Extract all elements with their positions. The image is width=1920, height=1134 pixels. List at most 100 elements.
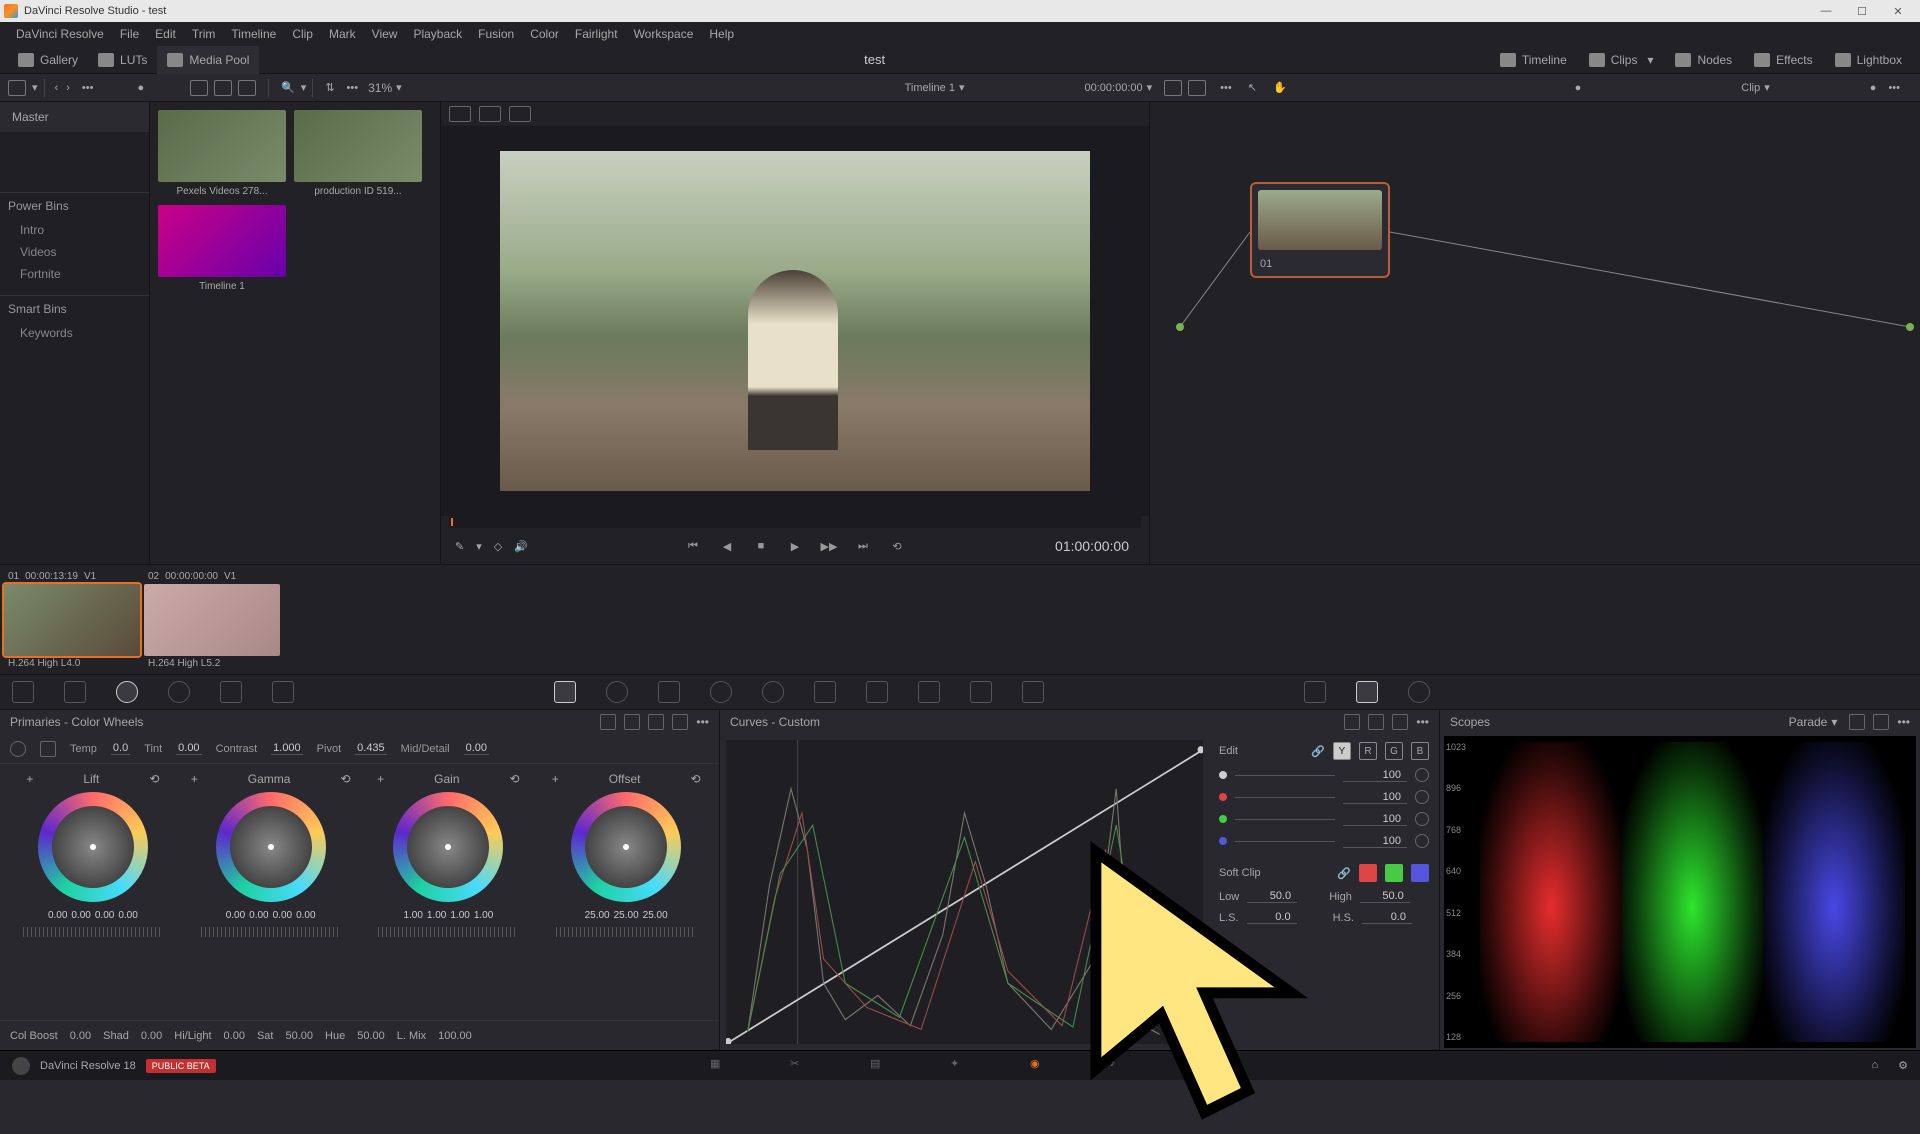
search-icon[interactable]: 🔍 [281, 81, 295, 94]
chevron-down-icon[interactable]: ▾ [1764, 81, 1770, 94]
project-settings-icon[interactable]: ⚙ [1898, 1059, 1908, 1072]
first-frame-button[interactable]: ⏮ [684, 537, 702, 555]
viewer-timecode[interactable]: 00:00:00:00 [1085, 82, 1143, 94]
y-intensity[interactable]: 100 [1343, 769, 1407, 782]
bin-fortnite[interactable]: Fortnite [0, 263, 149, 285]
hand-icon[interactable]: ✋ [1273, 81, 1287, 94]
menu-file[interactable]: File [112, 27, 147, 41]
settings-icon[interactable] [1873, 714, 1889, 730]
more-icon[interactable]: ••• [1416, 715, 1429, 729]
channel-y[interactable]: Y [1333, 742, 1351, 760]
prev-frame-button[interactable]: ◀ [718, 537, 736, 555]
chevron-down-icon[interactable]: ▾ [959, 81, 965, 94]
expand-icon[interactable] [1849, 714, 1865, 730]
expand-icon[interactable] [1368, 714, 1384, 730]
g-slider[interactable] [1235, 819, 1335, 820]
minimize-button[interactable]: — [1808, 0, 1844, 22]
bin-keywords[interactable]: Keywords [0, 322, 149, 344]
chevron-down-icon[interactable]: ▾ [1831, 715, 1837, 729]
temp-value[interactable]: 0.0 [111, 742, 130, 755]
reset-icon[interactable] [672, 714, 688, 730]
wheels-icon[interactable] [116, 681, 138, 703]
b-slider[interactable] [1235, 841, 1335, 842]
channel-b[interactable]: B [1411, 742, 1429, 760]
chevron-down-icon[interactable]: ▾ [32, 81, 38, 94]
last-frame-button[interactable]: ⏭ [854, 537, 872, 555]
split-icon[interactable] [479, 106, 501, 122]
more-icon[interactable]: ••• [347, 82, 359, 94]
lift-color-wheel[interactable] [38, 792, 148, 902]
media-thumb[interactable]: production ID 519... [294, 110, 422, 197]
link-icon[interactable]: 🔗 [1311, 745, 1325, 758]
pivot-value[interactable]: 0.435 [355, 742, 387, 755]
3d-icon[interactable] [1022, 681, 1044, 703]
b-intensity[interactable]: 100 [1343, 835, 1407, 848]
lift-master-slider[interactable] [23, 927, 163, 937]
bars-mode-icon[interactable] [624, 714, 640, 730]
softclip-r[interactable] [1359, 864, 1377, 882]
bin-videos[interactable]: Videos [0, 241, 149, 263]
gain-color-wheel[interactable] [393, 792, 503, 902]
timeline-button[interactable]: Timeline [1490, 46, 1577, 74]
pick-white-icon[interactable] [40, 741, 56, 757]
smart-bins-header[interactable]: Smart Bins [0, 295, 149, 322]
mediapool-button[interactable]: Media Pool [157, 46, 259, 74]
color-match-icon[interactable] [64, 681, 86, 703]
chevron-down-icon[interactable]: ▾ [396, 81, 402, 94]
media-thumb[interactable]: Pexels Videos 278... [158, 110, 286, 197]
high-value[interactable]: 50.0 [1360, 890, 1410, 903]
wand-icon[interactable] [509, 106, 531, 122]
reset-icon[interactable]: ⟲ [691, 772, 701, 786]
warper-icon[interactable] [606, 681, 628, 703]
low-value[interactable]: 50.0 [1247, 890, 1297, 903]
clip-label[interactable]: Clip [1741, 82, 1760, 94]
hs-value[interactable]: 0.0 [1362, 911, 1412, 924]
menu-fairlight[interactable]: Fairlight [567, 27, 626, 41]
timeline-name[interactable]: Timeline 1 [905, 82, 955, 94]
offset-color-wheel[interactable] [571, 792, 681, 902]
effects-button[interactable]: Effects [1744, 46, 1822, 74]
expand-icon[interactable] [1188, 80, 1206, 96]
mid-value[interactable]: 0.00 [464, 742, 489, 755]
reset-icon[interactable]: ⟲ [340, 772, 350, 786]
curve-canvas[interactable] [726, 740, 1203, 1044]
play-button[interactable]: ▶ [786, 537, 804, 555]
menu-clip[interactable]: Clip [284, 27, 321, 41]
qualifier-icon[interactable] [658, 681, 680, 703]
gain-master-slider[interactable] [378, 927, 518, 937]
tint-value[interactable]: 0.00 [176, 742, 201, 755]
chevron-down-icon[interactable]: ▾ [1147, 81, 1153, 94]
grab-still-icon[interactable]: ✎ [455, 540, 464, 553]
home-icon[interactable] [12, 1057, 30, 1075]
menu-help[interactable]: Help [701, 27, 742, 41]
camera-raw-icon[interactable] [12, 681, 34, 703]
more-icon[interactable]: ••• [696, 715, 709, 729]
keyframe-icon[interactable] [1304, 681, 1326, 703]
nodes-button[interactable]: Nodes [1665, 46, 1742, 74]
loop-button[interactable]: ⟲ [888, 537, 906, 555]
more-icon[interactable]: ••• [1888, 82, 1900, 94]
gamma-color-wheel[interactable] [216, 792, 326, 902]
menu-timeline[interactable]: Timeline [223, 27, 284, 41]
media-thumb[interactable]: Timeline 1 [158, 205, 286, 292]
edit-page-icon[interactable]: ▤ [870, 1057, 890, 1075]
gamma-master-slider[interactable] [201, 927, 341, 937]
color-page-icon[interactable]: ◉ [1030, 1057, 1050, 1075]
sort-icon[interactable]: ⇅ [325, 81, 334, 94]
grid-view-icon[interactable] [214, 80, 232, 96]
menu-workspace[interactable]: Workspace [626, 27, 702, 41]
menu-fusion[interactable]: Fusion [470, 27, 522, 41]
luts-button[interactable]: LUTs [88, 46, 157, 74]
pick-icon[interactable]: + [377, 772, 384, 786]
softclip-g[interactable] [1385, 864, 1403, 882]
fairlight-page-icon[interactable]: ♪ [1110, 1057, 1130, 1075]
mute-icon[interactable]: 🔊 [514, 540, 528, 553]
bin-view-icon[interactable] [8, 80, 26, 96]
zoom-value[interactable]: 31% [368, 81, 392, 95]
clips-button[interactable]: Clips▾ [1579, 46, 1664, 74]
menu-playback[interactable]: Playback [405, 27, 470, 41]
reset-icon[interactable] [1415, 790, 1429, 804]
stop-button[interactable]: ■ [752, 537, 770, 555]
link-icon[interactable]: 🔗 [1337, 867, 1351, 880]
reset-icon[interactable]: ⟲ [149, 772, 159, 786]
